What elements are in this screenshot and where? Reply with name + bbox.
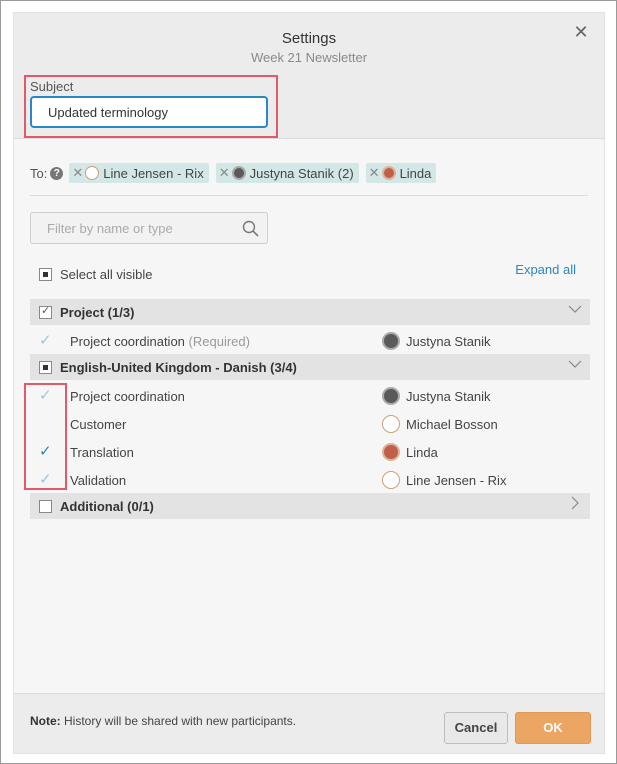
outline-avatar-icon: [85, 166, 100, 180]
dialog-title: Settings: [281, 30, 337, 47]
select-all-checkbox[interactable]: [39, 268, 52, 281]
expand-all-link[interactable]: Expand all: [515, 262, 576, 277]
subject-input[interactable]: [30, 96, 268, 128]
assignee: Justyna Stanik: [382, 387, 491, 405]
select-all-label: Select all visible: [60, 267, 153, 282]
remove-icon[interactable]: ✕: [219, 165, 230, 181]
assignee-name: Line Jensen - Rix: [406, 472, 507, 488]
group-title: English-United Kingdom - Danish (3/4): [60, 359, 297, 375]
assignee: Linda: [382, 443, 438, 461]
chevron-down-icon[interactable]: [568, 357, 582, 371]
group-checkbox[interactable]: [39, 360, 52, 374]
recipient-name: Justyna Stanik (2): [249, 165, 354, 181]
assignee-name: Justyna Stanik: [406, 388, 491, 404]
recipients-row: To: ? ✕ Line Jensen - Rix ✕ Justyna Stan…: [30, 163, 443, 183]
task-name: Translation: [70, 445, 134, 460]
recipient-name: Linda: [399, 165, 432, 181]
assignee: Line Jensen - Rix: [382, 471, 506, 489]
task-name: Customer: [70, 417, 127, 432]
group-header-english-danish[interactable]: English-United Kingdom - Danish (3/4): [30, 354, 590, 380]
avatar: [382, 443, 400, 461]
group-header-additional[interactable]: Additional (0/1): [30, 493, 590, 519]
task-name: Project coordination (Required): [70, 334, 250, 349]
assignee-name: Justyna Stanik: [406, 333, 491, 349]
table-row: ✓ Translation Linda: [30, 439, 590, 467]
select-all-checkbox-row[interactable]: Select all visible: [39, 267, 153, 282]
question-circle-icon[interactable]: ?: [50, 166, 64, 180]
dialog-footer: Note: History will be shared with new pa…: [14, 693, 604, 753]
check-icon[interactable]: ✓: [39, 331, 52, 349]
avatar: [381, 166, 396, 180]
filter-placeholder: Filter by name or type: [47, 221, 173, 236]
settings-dialog: Settings Week 21 Newsletter ✕ Subject To…: [13, 12, 605, 754]
group-checkbox[interactable]: [39, 304, 52, 319]
recipient-chip[interactable]: ✕ Linda: [365, 163, 437, 183]
table-row: ✓ Customer Michael Bosson: [30, 411, 590, 439]
close-icon[interactable]: ✕: [572, 23, 590, 41]
group-title: Additional (0/1): [60, 498, 154, 514]
table-row: ✓ Project coordination Justyna Stanik: [30, 383, 590, 411]
divider: [30, 195, 588, 196]
remove-icon[interactable]: ✕: [369, 165, 380, 181]
task-name: Project coordination: [70, 389, 185, 404]
recipient-chip[interactable]: ✕ Line Jensen - Rix: [69, 163, 209, 183]
table-row: ✓ Project coordination (Required) Justyn…: [30, 328, 590, 356]
avatar: [382, 387, 400, 405]
checks-highlight-box: [24, 383, 67, 490]
chevron-down-icon[interactable]: [568, 302, 582, 316]
footer-note: Note: History will be shared with new pa…: [30, 714, 297, 728]
assignee: Michael Bosson: [382, 415, 498, 433]
recipient-chip[interactable]: ✕ Justyna Stanik (2): [215, 163, 359, 183]
chevron-right-icon[interactable]: [568, 496, 582, 510]
avatar: [382, 332, 400, 350]
dialog-subtitle: Week 21 Newsletter: [250, 50, 368, 65]
filter-input[interactable]: Filter by name or type: [30, 212, 268, 244]
group-title: Project (1/3): [60, 304, 135, 320]
to-label: To:: [30, 165, 48, 181]
group-header-project[interactable]: Project (1/3): [30, 299, 590, 325]
dialog-header: Settings Week 21 Newsletter ✕ Subject: [14, 13, 604, 139]
remove-icon[interactable]: ✕: [72, 165, 83, 181]
assignee-name: Linda: [406, 444, 438, 460]
avatar: [231, 166, 246, 180]
task-name: Validation: [70, 473, 127, 488]
search-icon[interactable]: [242, 220, 259, 237]
assignee-name: Michael Bosson: [406, 416, 498, 432]
outline-avatar-icon: [382, 415, 400, 433]
cancel-button[interactable]: Cancel: [444, 712, 508, 744]
subject-label: Subject: [30, 79, 74, 94]
recipient-name: Line Jensen - Rix: [103, 165, 204, 181]
window-frame: Settings Week 21 Newsletter ✕ Subject To…: [0, 0, 617, 764]
ok-button[interactable]: OK: [515, 712, 591, 744]
assignee: Justyna Stanik: [382, 332, 491, 350]
group-checkbox[interactable]: [39, 499, 52, 513]
outline-avatar-icon: [382, 471, 400, 489]
table-row: ✓ Validation Line Jensen - Rix: [30, 467, 590, 495]
